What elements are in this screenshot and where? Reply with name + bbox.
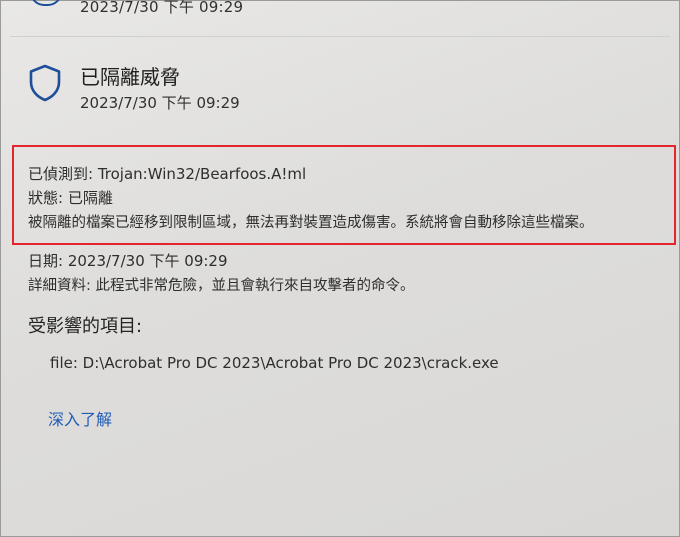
detected-threat-text: 已偵測到: Trojan:Win32/Bearfoos.A!ml xyxy=(28,165,307,183)
affected-file-path: file: D:\Acrobat Pro DC 2023\Acrobat Pro… xyxy=(50,354,499,372)
threat-timestamp: 2023/7/30 下午 09:29 xyxy=(80,94,240,112)
details-text: 詳細資料: 此程式非常危險，並且會執行來自攻擊者的命令。 xyxy=(28,278,415,294)
status-text: 狀態: 已隔離 xyxy=(28,189,113,207)
previous-item-timestamp: 2023/7/30 下午 09:29 xyxy=(80,0,244,16)
learn-more-link[interactable]: 深入了解 xyxy=(48,406,112,430)
date-text: 日期: 2023/7/30 下午 09:29 xyxy=(28,252,228,270)
threat-title[interactable]: 已隔離威脅 xyxy=(80,61,180,90)
affected-items-heading: 受影響的項目: xyxy=(28,316,143,337)
quarantine-description: 被隔離的檔案已經移到限制區域，無法再對裝置造成傷害。系統將會自動移除這些檔案。 xyxy=(28,215,594,231)
item-divider xyxy=(10,36,670,37)
shield-icon xyxy=(29,64,61,102)
